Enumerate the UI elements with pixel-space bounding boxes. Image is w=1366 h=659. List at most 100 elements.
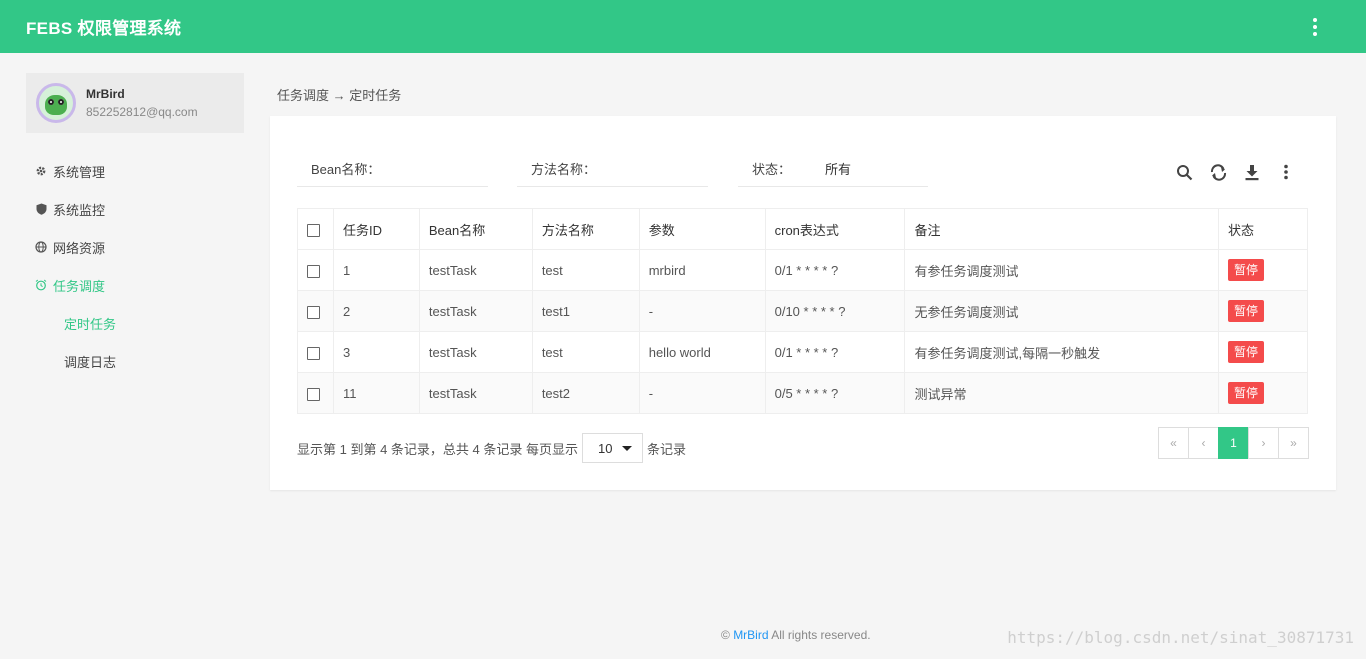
column-header[interactable]: Bean名称 <box>418 208 533 250</box>
cell-task-id: 1 <box>332 249 420 291</box>
sidebar-item-system-monitor[interactable]: 系统监控 <box>26 190 244 228</box>
column-header[interactable]: 备注 <box>904 208 1220 250</box>
bean-name-filter[interactable]: Bean名称： <box>297 151 488 187</box>
footer: © MrBird All rights reserved. <box>721 628 871 642</box>
cell-cron: 0/5 * * * * ? <box>764 372 906 414</box>
cell-status: 暂停 <box>1218 331 1308 373</box>
cell-method-name: test2 <box>531 372 640 414</box>
footer-author-link[interactable]: MrBird <box>733 628 768 642</box>
row-checkbox[interactable] <box>307 305 320 319</box>
next-page-button[interactable]: › <box>1248 427 1279 459</box>
sidebar-item-network-resources[interactable]: 网络资源 <box>26 228 244 266</box>
column-header[interactable]: 参数 <box>638 208 766 250</box>
column-header[interactable]: 任务ID <box>332 208 420 250</box>
status-select-value[interactable]: 所有 <box>825 159 851 178</box>
task-table: 任务ID Bean名称 方法名称 参数 cron表达式 备注 状态 1 test… <box>297 208 1308 414</box>
method-name-filter[interactable]: 方法名称： <box>517 151 708 187</box>
sidebar-nav: 系统管理 系统监控 网络资源 任务调度 定时任务 调度日志 <box>26 152 244 380</box>
cell-status: 暂停 <box>1218 249 1308 291</box>
sidebar-subitem-schedule-log[interactable]: 调度日志 <box>26 342 244 380</box>
table-row[interactable]: 11 testTask test2 - 0/5 * * * * ? 测试异常 暂… <box>297 372 1308 414</box>
cell-cron: 0/1 * * * * ? <box>764 331 906 373</box>
content-card: Bean名称： 方法名称： 状态： 所有 任务ID Bean名称 方法名称 参数… <box>270 116 1336 490</box>
top-bar: FEBS 权限管理系统 <box>0 0 1366 53</box>
avatar <box>36 83 76 123</box>
pagination: « ‹ 1 › » <box>1158 427 1309 459</box>
sidebar-item-label: 系统监控 <box>53 202 106 218</box>
table-row[interactable]: 1 testTask test mrbird 0/1 * * * * ? 有参任… <box>297 249 1308 291</box>
pagination-info: 显示第 1 到第 4 条记录，总共 4 条记录 每页显示 10 条记录 <box>297 433 686 463</box>
status-label: 状态： <box>752 162 792 177</box>
sidebar-item-task-scheduling[interactable]: 任务调度 <box>26 266 244 304</box>
status-badge: 暂停 <box>1228 300 1265 322</box>
row-select-cell <box>297 290 334 332</box>
sidebar-item-label: 系统管理 <box>53 164 106 180</box>
copyright-symbol: © <box>721 628 730 642</box>
row-select-cell <box>297 331 334 373</box>
last-page-button[interactable]: » <box>1278 427 1309 459</box>
page-size-select[interactable]: 10 <box>581 433 643 463</box>
row-checkbox[interactable] <box>307 264 320 278</box>
shield-icon <box>34 202 48 216</box>
cell-task-id: 2 <box>332 290 420 332</box>
cell-method-name: test <box>531 331 640 373</box>
status-badge: 暂停 <box>1228 341 1265 363</box>
table-row[interactable]: 3 testTask test hello world 0/1 * * * * … <box>297 331 1308 373</box>
sidebar-subitem-label: 调度日志 <box>64 354 117 370</box>
row-select-cell <box>297 249 334 291</box>
cell-params: mrbird <box>638 249 766 291</box>
gear-icon <box>34 164 48 178</box>
sidebar-item-system-management[interactable]: 系统管理 <box>26 152 244 190</box>
sidebar-subitem-scheduled-tasks[interactable]: 定时任务 <box>26 304 244 342</box>
row-checkbox[interactable] <box>307 346 320 360</box>
vertical-dots-icon[interactable] <box>1304 18 1326 36</box>
column-header[interactable]: 方法名称 <box>531 208 640 250</box>
cell-params: hello world <box>638 331 766 373</box>
row-checkbox[interactable] <box>307 387 320 401</box>
current-page-button[interactable]: 1 <box>1218 427 1249 459</box>
footer-rights: All rights reserved. <box>771 628 871 642</box>
cell-method-name: test1 <box>531 290 640 332</box>
cell-bean-name: testTask <box>418 372 533 414</box>
status-filter[interactable]: 状态： 所有 <box>738 151 928 187</box>
cell-status: 暂停 <box>1218 290 1308 332</box>
bean-name-label: Bean名称： <box>311 162 381 177</box>
method-name-label: 方法名称： <box>531 162 597 177</box>
refresh-icon[interactable] <box>1208 162 1228 182</box>
prev-page-button[interactable]: ‹ <box>1188 427 1219 459</box>
cell-cron: 0/1 * * * * ? <box>764 249 906 291</box>
user-card: MrBird 852252812@qq.com <box>26 73 244 133</box>
table-row[interactable]: 2 testTask test1 - 0/10 * * * * ? 无参任务调度… <box>297 290 1308 332</box>
column-header[interactable]: 状态 <box>1218 208 1308 250</box>
cell-status: 暂停 <box>1218 372 1308 414</box>
table-toolbar <box>1174 162 1296 182</box>
row-select-cell <box>297 372 334 414</box>
select-all-checkbox[interactable] <box>307 223 320 237</box>
user-name: MrBird <box>86 87 125 101</box>
search-icon[interactable] <box>1174 162 1194 182</box>
sidebar-item-label: 网络资源 <box>53 240 106 256</box>
globe-icon <box>34 240 48 254</box>
watermark: https://blog.csdn.net/sinat_30871731 <box>1007 628 1354 647</box>
caret-down-icon <box>621 445 632 451</box>
cell-bean-name: testTask <box>418 331 533 373</box>
more-options-icon[interactable] <box>1276 162 1296 182</box>
sidebar-subitem-label: 定时任务 <box>64 316 117 332</box>
cell-remark: 无参任务调度测试 <box>904 290 1220 332</box>
first-page-button[interactable]: « <box>1158 427 1189 459</box>
cell-remark: 有参任务调度测试,每隔一秒触发 <box>904 331 1220 373</box>
table-header-row: 任务ID Bean名称 方法名称 参数 cron表达式 备注 状态 <box>297 208 1308 250</box>
sidebar-item-label: 任务调度 <box>53 278 106 294</box>
status-badge: 暂停 <box>1228 382 1265 404</box>
column-header[interactable]: cron表达式 <box>764 208 906 250</box>
download-icon[interactable] <box>1242 162 1262 182</box>
cell-bean-name: testTask <box>418 290 533 332</box>
status-badge: 暂停 <box>1228 259 1265 281</box>
cell-params: - <box>638 290 766 332</box>
cell-task-id: 3 <box>332 331 420 373</box>
alarm-clock-icon <box>34 278 48 292</box>
breadcrumb: 任务调度 → 定时任务 <box>277 88 402 103</box>
cell-remark: 测试异常 <box>904 372 1220 414</box>
select-all-cell <box>297 208 334 250</box>
page-size-value: 10 <box>597 440 613 456</box>
